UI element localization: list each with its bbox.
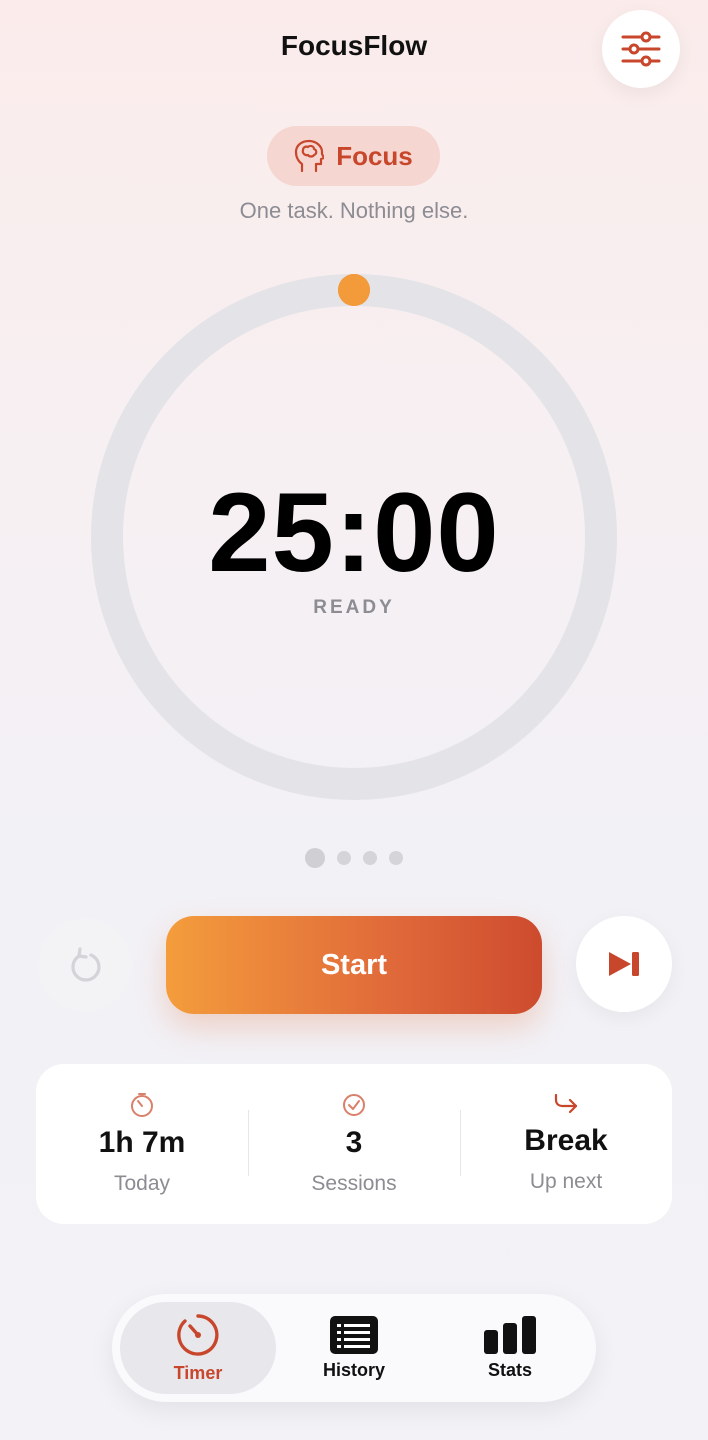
mode-subtitle: One task. Nothing else. [239,198,469,223]
session-dot [305,848,325,868]
stat-up-next: Break Up next [460,1064,672,1224]
stat-caption: Today [113,1172,171,1195]
mode-pill[interactable]: Focus [267,126,440,186]
tab-label: Timer [173,1362,223,1383]
tab-label: History [322,1359,385,1380]
brain-head-icon [295,139,325,173]
reset-icon [71,947,101,982]
stat-today: 1h 7m Today [36,1064,248,1224]
timer-icon [177,1313,219,1356]
timer-display: 25:00 [208,470,500,595]
tab-label: Stats [487,1359,532,1380]
stats-card: 1h 7m Today 3 Sessions Break Up next [36,1064,672,1224]
stat-caption: Sessions [311,1172,397,1195]
stat-sessions: 3 Sessions [248,1064,460,1224]
tab-history[interactable]: History [276,1302,432,1394]
tab-stats[interactable]: Stats [432,1302,588,1394]
check-circle-icon [343,1094,365,1116]
session-dot [337,851,351,865]
skip-forward-icon [609,952,639,976]
mode-label: Focus [336,140,413,171]
timer-status: READY [313,597,395,618]
stat-value: Break [524,1124,608,1157]
stopwatch-icon [131,1093,153,1117]
stat-value: 3 [345,1126,363,1159]
settings-button[interactable] [602,10,680,88]
session-dot [389,851,403,865]
tab-timer[interactable]: Timer [120,1302,276,1394]
skip-button[interactable] [576,916,672,1012]
bar-chart-icon [484,1315,536,1354]
tab-bar: Timer History Stats [112,1294,596,1402]
reset-button[interactable] [38,918,132,1012]
stat-caption: Up next [529,1170,603,1193]
sliders-icon [621,31,661,67]
forward-arrow-icon [554,1093,578,1114]
session-dots [0,848,708,868]
stat-value: 1h 7m [98,1126,186,1159]
progress-knob [338,274,370,306]
history-list-icon [330,1315,378,1354]
session-dot [363,851,377,865]
start-button[interactable]: Start [166,916,542,1014]
